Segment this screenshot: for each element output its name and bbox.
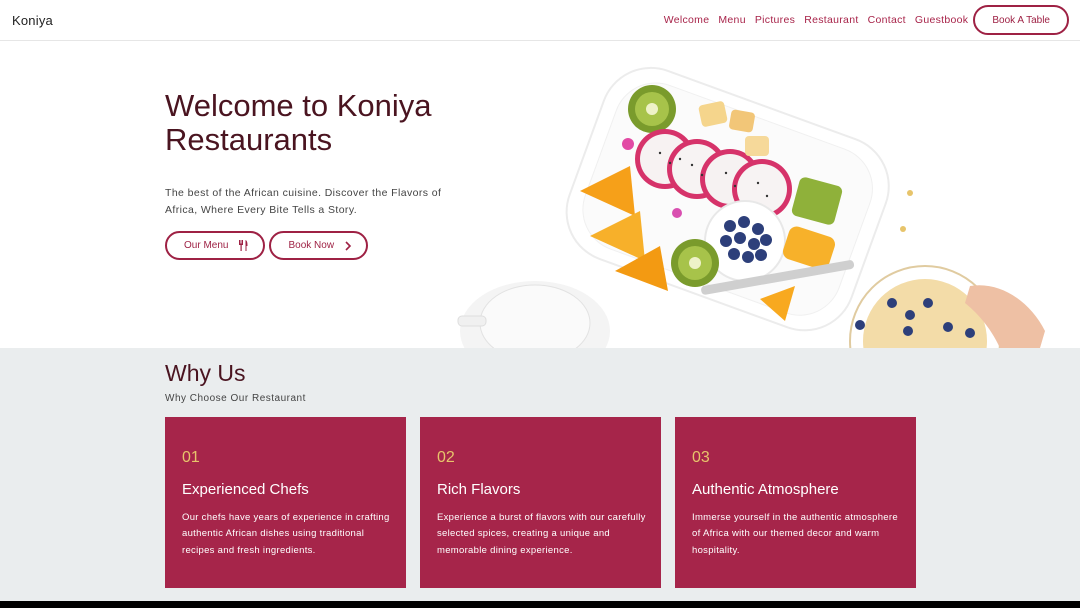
our-menu-label: Our Menu xyxy=(184,240,229,251)
nav-right: Welcome Menu Pictures Restaurant Contact… xyxy=(664,5,1069,35)
why-us-section: Why Us Why Choose Our Restaurant 01 Expe… xyxy=(0,348,1080,601)
hero-subtitle: The best of the African cuisine. Discove… xyxy=(165,187,442,216)
chevron-right-icon xyxy=(344,240,352,251)
hero-title: Welcome to Koniya Restaurants xyxy=(165,88,432,157)
card-number: 01 xyxy=(182,449,200,466)
nav-link-menu[interactable]: Menu xyxy=(718,14,745,26)
card-title: Authentic Atmosphere xyxy=(692,481,839,498)
fork-knife-icon xyxy=(238,240,249,251)
card-title: Rich Flavors xyxy=(437,481,521,498)
why-us-title: Why Us xyxy=(165,360,246,386)
nav-link-welcome[interactable]: Welcome xyxy=(664,14,710,26)
book-a-table-button[interactable]: Book A Table xyxy=(973,5,1069,35)
card-text: Our chefs have years of experience in cr… xyxy=(182,512,390,556)
food-platter-image xyxy=(457,66,1045,348)
our-menu-button[interactable]: Our Menu xyxy=(165,231,266,260)
book-now-button[interactable]: Book Now xyxy=(269,231,369,260)
feature-card-rich-flavors: 02 Rich Flavors Experience a burst of fl… xyxy=(420,417,661,588)
card-number: 02 xyxy=(437,449,455,466)
why-us-subtitle: Why Choose Our Restaurant xyxy=(165,393,306,404)
brand-logo[interactable]: Koniya xyxy=(12,13,53,28)
hero-section: Welcome to Koniya Restaurants The best o… xyxy=(0,41,1080,348)
card-text: Immerse yourself in the authentic atmosp… xyxy=(692,512,898,556)
nav-links: Welcome Menu Pictures Restaurant Contact… xyxy=(664,14,969,26)
nav-link-restaurant[interactable]: Restaurant xyxy=(804,14,858,26)
card-text: Experience a burst of flavors with our c… xyxy=(437,512,646,556)
card-title: Experienced Chefs xyxy=(182,481,309,498)
nav-link-guestbook[interactable]: Guestbook xyxy=(915,14,968,26)
card-number: 03 xyxy=(692,449,710,466)
nav-link-contact[interactable]: Contact xyxy=(868,14,906,26)
feature-card-experienced-chefs: 01 Experienced Chefs Our chefs have year… xyxy=(165,417,406,588)
navbar: Koniya Welcome Menu Pictures Restaurant … xyxy=(0,0,1080,41)
nav-link-pictures[interactable]: Pictures xyxy=(755,14,795,26)
feature-card-authentic-atmosphere: 03 Authentic Atmosphere Immerse yourself… xyxy=(675,417,916,588)
hero-buttons: Our Menu Book Now xyxy=(165,231,369,260)
book-now-label: Book Now xyxy=(288,240,335,251)
